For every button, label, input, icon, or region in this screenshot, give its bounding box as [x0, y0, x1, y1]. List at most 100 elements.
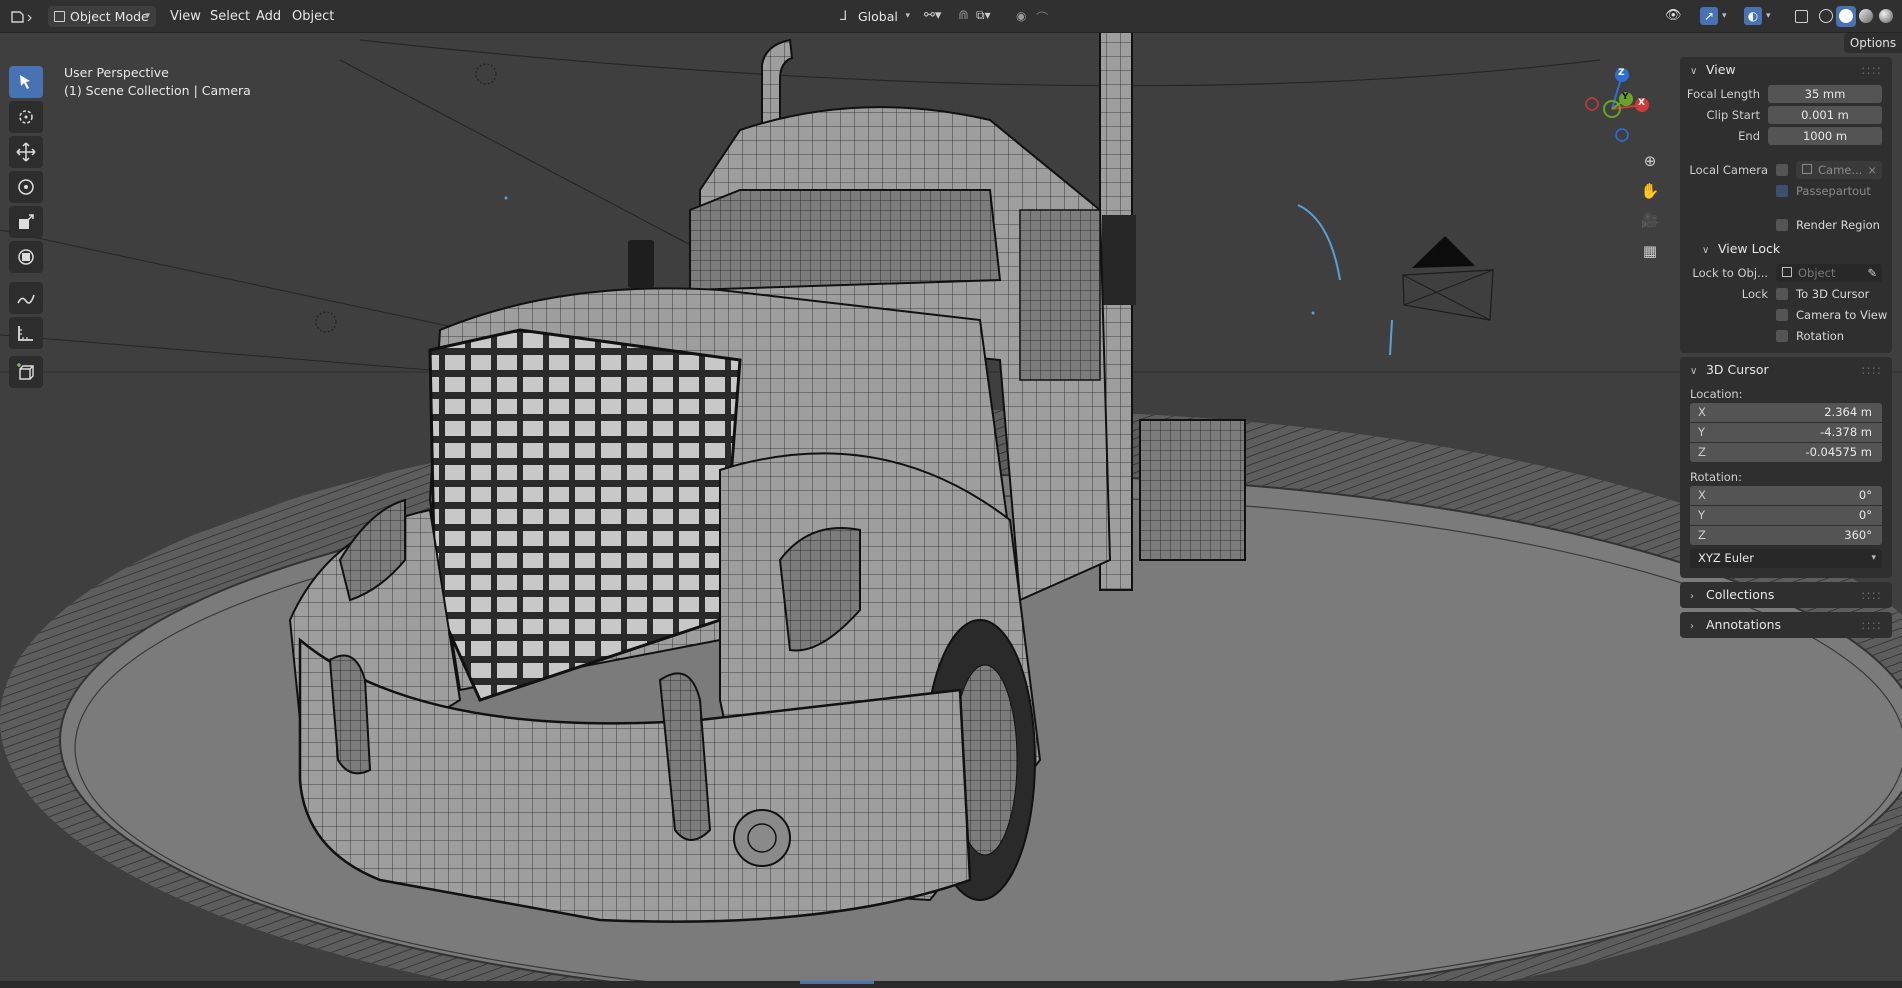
shading-material-button[interactable] [1856, 6, 1876, 27]
local-camera-checkbox[interactable] [1776, 164, 1788, 176]
annotations-header[interactable]: › Annotations :::: [1680, 612, 1892, 638]
pan-button[interactable]: ✋ [1636, 177, 1664, 205]
focal-length-field[interactable]: 35 mm [1768, 85, 1882, 103]
eyedropper-icon[interactable]: ✎ [1867, 264, 1877, 282]
perspective-label: User Perspective [64, 65, 169, 80]
collections-title: Collections [1705, 587, 1775, 602]
clip-start-field[interactable]: 0.001 m [1768, 106, 1882, 124]
gizmo-toggle[interactable]: ↗ ▾ [1698, 6, 1734, 27]
location-x-field[interactable]: X 2.364 m [1690, 403, 1882, 423]
rotate-icon [18, 179, 34, 195]
render-region-checkbox[interactable] [1776, 219, 1788, 231]
annotate-tool[interactable] [9, 282, 43, 314]
location-y-field[interactable]: Y -4.378 m [1690, 423, 1882, 443]
rotation-mode-dropdown[interactable]: XYZ Euler ▾ [1690, 549, 1882, 568]
chevron-down-icon: ▾ [145, 11, 150, 21]
rotation-z-field[interactable]: Z 360° [1690, 526, 1882, 545]
to-3d-cursor-checkbox[interactable] [1776, 288, 1788, 300]
chevron-right-icon: › [1690, 621, 1694, 632]
shading-solid-button[interactable] [1836, 6, 1856, 27]
local-camera-field[interactable]: Came... × [1796, 161, 1882, 179]
chevron-down-icon: ∨ [1702, 245, 1710, 256]
ortho-toggle-button[interactable]: ▦ [1636, 237, 1664, 265]
chevron-down-icon: ▾ [905, 11, 910, 21]
scale-icon [19, 214, 34, 229]
lock-to-object-field[interactable]: Object ✎ [1776, 264, 1882, 282]
xray-toggle[interactable] [1792, 6, 1812, 27]
visibility-selector[interactable]: 👁 [1662, 6, 1692, 27]
chevron-right-icon: › [1690, 591, 1694, 602]
pivot-point-button[interactable]: ⚯▾ [920, 6, 950, 27]
chevron-down-icon: ▾ [1722, 11, 1727, 21]
view-panel-header[interactable]: ∨ View :::: [1680, 57, 1892, 83]
transform-tool[interactable] [9, 241, 43, 273]
location-vector: X 2.364 m Y -4.378 m Z -0.04575 m [1690, 403, 1882, 462]
clip-end-field[interactable]: 1000 m [1768, 127, 1882, 145]
select-box-tool[interactable] [9, 66, 43, 98]
ruler-icon [18, 326, 33, 341]
cursor-tool[interactable] [9, 101, 43, 133]
location-z-field[interactable]: Z -0.04575 m [1690, 443, 1882, 462]
mode-selector[interactable]: Object Mode ▾ [48, 6, 156, 27]
shading-wireframe-button[interactable] [1816, 6, 1836, 27]
editor-type-button[interactable] [6, 6, 40, 27]
clip-start-row: Clip Start 0.001 m [1680, 105, 1892, 125]
proportional-editing-toggle[interactable]: ◉ ⌒ [1012, 6, 1058, 27]
lock-to-3d-cursor-row: Lock To 3D Cursor [1680, 284, 1892, 304]
magnet-icon: ⋒ [958, 8, 969, 23]
wireframe-shading-icon [1819, 9, 1833, 23]
proportional-editing-icon: ◉ [1016, 9, 1027, 23]
options-button[interactable]: Options [1844, 33, 1902, 53]
rendered-shading-icon [1879, 9, 1893, 23]
3d-cursor-header[interactable]: ∨ 3D Cursor :::: [1680, 357, 1892, 383]
annotations-title: Annotations [1705, 617, 1782, 632]
overlays-toggle[interactable]: ◐ ▾ [1742, 6, 1778, 27]
view-lock-header[interactable]: ∨ View Lock [1680, 236, 1892, 262]
collections-header[interactable]: › Collections :::: [1680, 582, 1892, 608]
camera-to-view-checkbox[interactable] [1776, 309, 1788, 321]
measure-tool[interactable] [9, 317, 43, 349]
clear-icon[interactable]: × [1867, 161, 1877, 179]
local-camera-row: Local Camera Came... × [1680, 160, 1892, 180]
rotation-x-field[interactable]: X 0° [1690, 486, 1882, 506]
add-cube-icon [17, 363, 34, 380]
zoom-magnifier-icon: ⊕ [1643, 152, 1657, 170]
passepartout-checkbox[interactable] [1776, 185, 1788, 197]
rotation-y-field[interactable]: Y 0° [1690, 506, 1882, 526]
snap-target-icon: ⧉▾ [976, 8, 991, 22]
drag-handle-icon[interactable]: :::: [1861, 57, 1882, 83]
local-camera-value: Came... [1818, 163, 1863, 177]
scale-tool[interactable] [9, 206, 43, 238]
menu-object[interactable]: Object [284, 6, 342, 27]
active-tab-indicator [800, 981, 874, 984]
rotate-tool[interactable] [9, 171, 43, 203]
snap-toggle[interactable]: ⋒ ⧉▾ [954, 6, 1004, 27]
transform-orientation-selector[interactable]: ⅃ Global ▾ [836, 6, 912, 27]
camera-to-view-row: Camera to View [1680, 305, 1892, 325]
falloff-icon: ⌒ [1036, 11, 1049, 25]
navigation-gizmo[interactable]: Z Y X [1584, 65, 1660, 149]
menu-add[interactable]: Add [248, 6, 289, 27]
lock-rotation-checkbox[interactable] [1776, 330, 1788, 342]
drag-handle-icon[interactable]: :::: [1861, 612, 1882, 638]
view-lock-title: View Lock [1717, 241, 1781, 256]
camera-to-view-label: Camera to View [1796, 308, 1888, 322]
material-shading-icon [1859, 9, 1873, 23]
3d-viewport[interactable]: User Perspective (1) Scene Collection | … [0, 33, 1902, 988]
passepartout-row: Passepartout [1680, 181, 1892, 201]
drag-handle-icon[interactable]: :::: [1861, 357, 1882, 383]
scene-collection-label: (1) Scene Collection | Camera [64, 83, 251, 98]
chevron-down-icon: ∨ [1690, 366, 1698, 377]
viewport-header: Object Mode ▾ View Select Add Object ⅃ G… [0, 0, 1902, 33]
drag-handle-icon[interactable]: :::: [1861, 582, 1882, 608]
move-tool[interactable] [9, 136, 43, 168]
add-cube-tool[interactable] [9, 356, 43, 388]
shading-rendered-button[interactable] [1876, 6, 1896, 27]
transform-icon [18, 249, 34, 265]
zoom-button[interactable]: ⊕ [1636, 147, 1664, 175]
orientation-axes-icon: ⅃ [840, 9, 848, 24]
render-region-row: Render Region [1680, 215, 1892, 235]
collections-panel: › Collections :::: [1680, 582, 1892, 608]
location-label: Location: [1690, 387, 1743, 401]
camera-view-button[interactable]: 🎥 [1636, 207, 1664, 235]
